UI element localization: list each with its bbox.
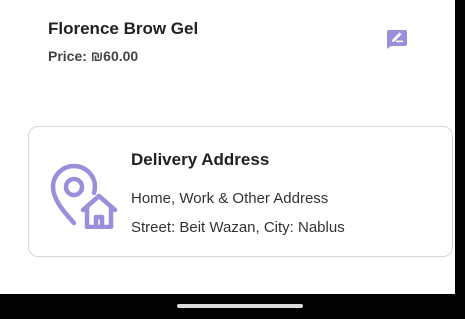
edit-note-icon [387, 30, 407, 49]
delivery-address: Street: Beit Wazan, City: Nablus [131, 219, 345, 236]
home-indicator[interactable] [177, 304, 303, 308]
location-home-icon [50, 163, 118, 229]
screen-edge [455, 0, 465, 319]
system-nav-bar [0, 294, 455, 319]
delivery-title: Delivery Address [131, 150, 270, 169]
edit-button[interactable] [385, 28, 409, 50]
product-price: Price: ₪60.00 [48, 48, 139, 64]
screen: Florence Brow Gel Price: ₪60.00 Delivery… [0, 0, 455, 319]
product-name: Florence Brow Gel [48, 19, 199, 38]
delivery-address-card[interactable]: Delivery Address Home, Work & Other Addr… [28, 126, 453, 257]
delivery-subtitle: Home, Work & Other Address [131, 190, 329, 207]
